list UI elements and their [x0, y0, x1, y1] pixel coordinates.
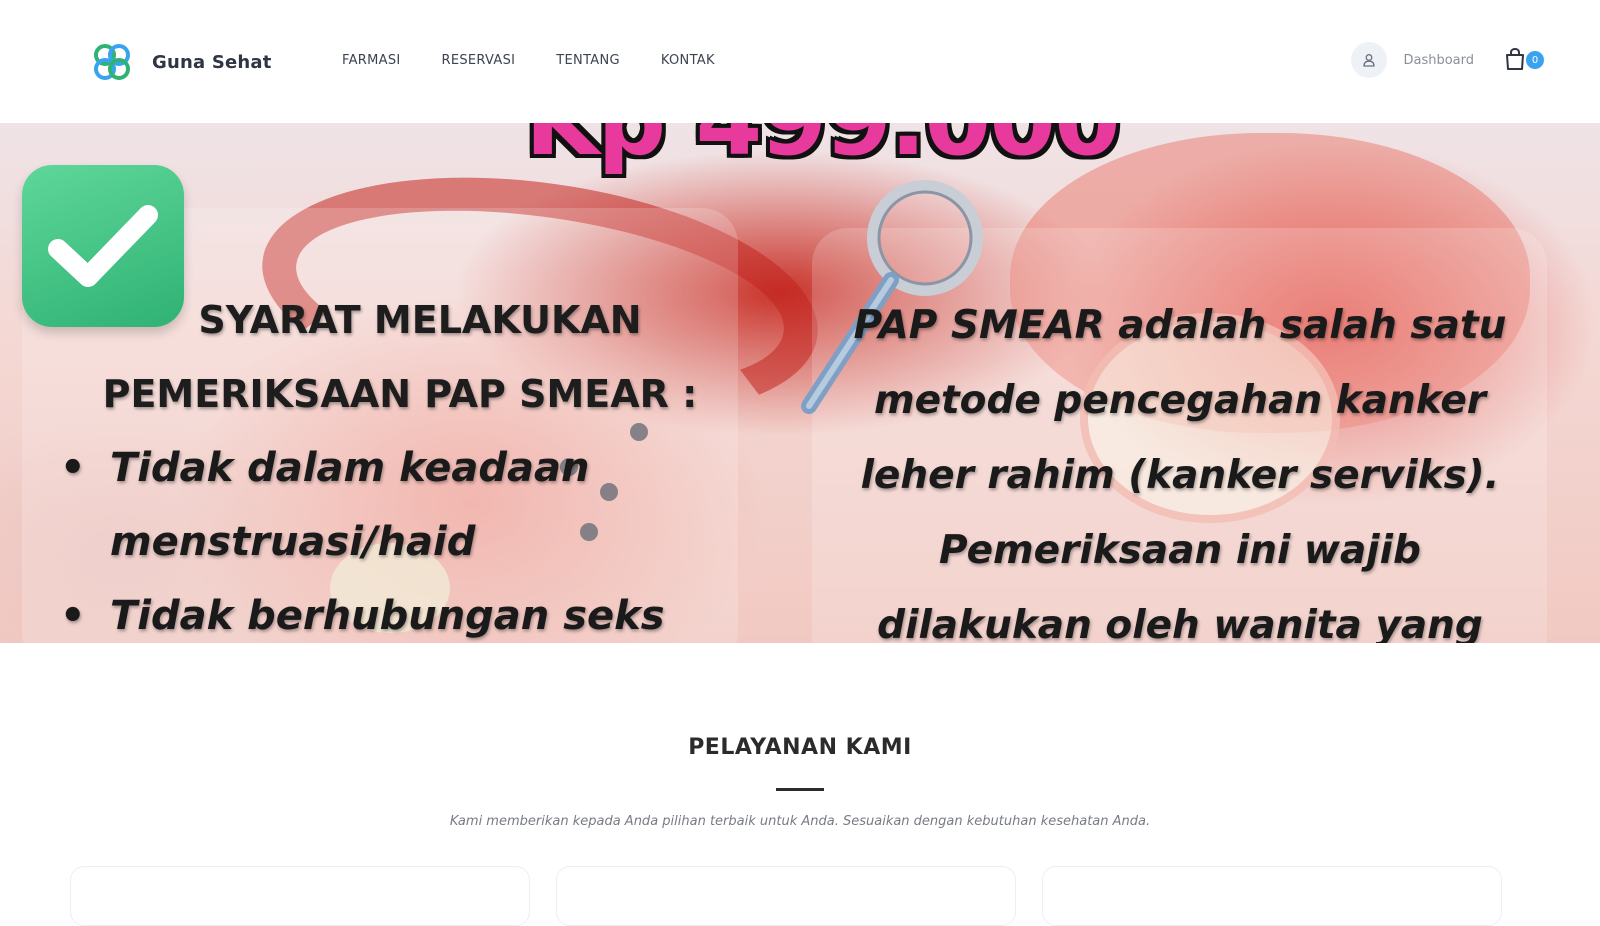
cart-count-badge: 0: [1526, 51, 1544, 69]
nav-item-reservasi[interactable]: RESERVASI: [442, 53, 516, 68]
requirements-heading-line1: SYARAT MELAKUKAN: [198, 298, 642, 342]
services-subtitle: Kami memberikan kepada Anda pilihan terb…: [449, 814, 1151, 829]
cart-button[interactable]: 0: [1504, 47, 1544, 73]
requirements-heading-line2: PEMERIKSAAN PAP SMEAR :: [102, 372, 698, 416]
requirement-item: Tidak dalam keadaan menstruasi/haid: [60, 431, 740, 579]
requirement-item: Tidak berhubungan seks: [60, 579, 740, 643]
brand-name: Guna Sehat: [152, 51, 272, 73]
shopping-bag-icon: [1506, 47, 1524, 70]
service-card[interactable]: [1042, 866, 1502, 926]
service-card[interactable]: [556, 866, 1016, 926]
main-nav: FARMASI RESERVASI TENTANG KONTAK: [342, 53, 715, 68]
dashboard-link[interactable]: Dashboard: [1403, 53, 1474, 68]
requirements-list: Tidak dalam keadaan menstruasi/haid Tida…: [60, 431, 740, 643]
user-avatar[interactable]: [1351, 42, 1388, 78]
pap-smear-description: PAP SMEAR adalah salah satu metode pence…: [853, 303, 1507, 643]
requirements-block: SYARAT MELAKUKAN PEMERIKSAAN PAP SMEAR :…: [60, 283, 740, 643]
nav-item-kontak[interactable]: KONTAK: [661, 53, 715, 68]
user-icon: [1363, 54, 1376, 67]
services-title-underline: [776, 788, 824, 791]
service-card[interactable]: [70, 866, 530, 926]
services-title: PELAYANAN KAMI: [688, 735, 912, 760]
hero-price: Kp 499.000: [525, 123, 1121, 177]
site-header: Guna Sehat FARMASI RESERVASI TENTANG KON…: [0, 0, 1600, 123]
hero-banner[interactable]: Kp 499.000 SYARAT MELAKUKAN PEMERIKSAAN …: [0, 123, 1600, 643]
brand[interactable]: Guna Sehat: [90, 40, 272, 84]
nav-item-farmasi[interactable]: FARMASI: [342, 53, 401, 68]
clover-cross-logo-icon: [94, 44, 130, 80]
requirements-heading: SYARAT MELAKUKAN PEMERIKSAAN PAP SMEAR :: [60, 283, 740, 431]
nav-item-tentang[interactable]: TENTANG: [556, 53, 620, 68]
header-actions: Dashboard 0: [1351, 42, 1544, 78]
